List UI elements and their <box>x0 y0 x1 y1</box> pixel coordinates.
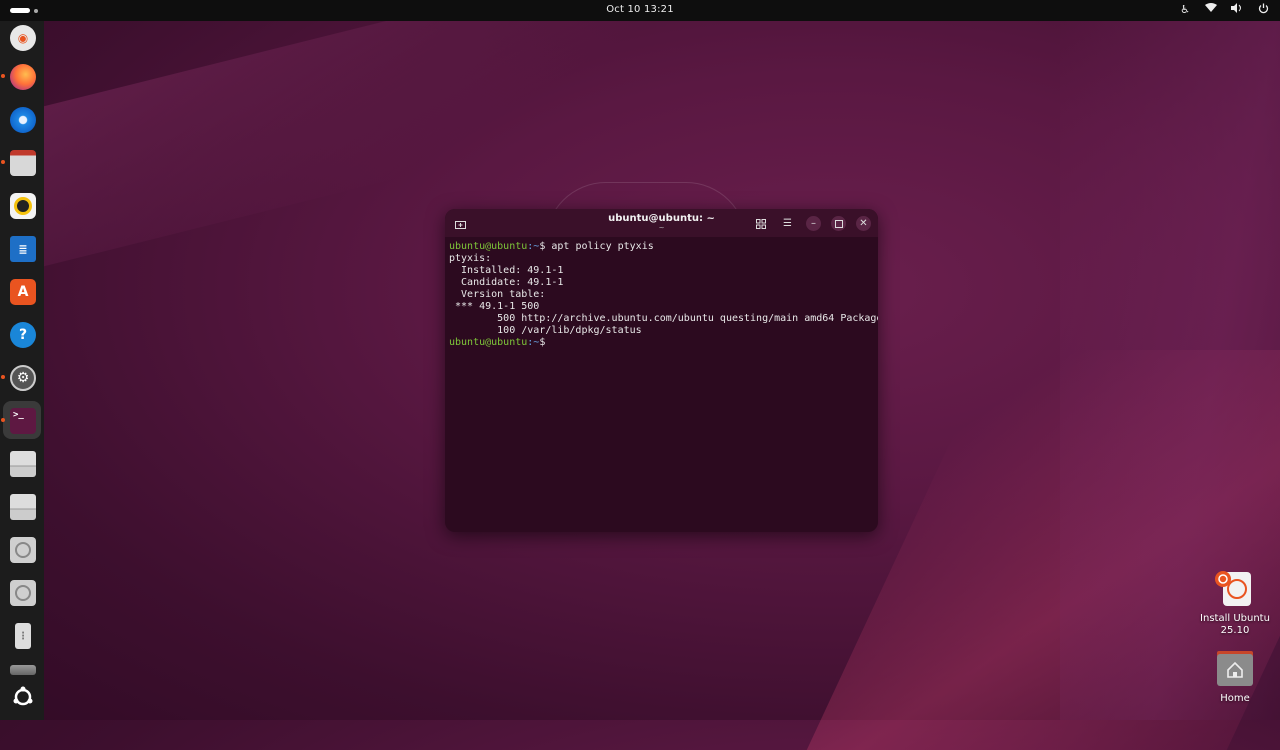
dock-item-usb[interactable]: ⋮ <box>3 616 41 654</box>
command-line: ubuntu@ubuntu:~$ apt policy ptyxis <box>449 241 874 253</box>
optical-drive-icon <box>10 580 36 606</box>
top-bar: Oct 10 13:21 ♿︎ <box>0 0 1280 21</box>
wifi-icon[interactable] <box>1204 3 1218 17</box>
desktop-item-label: Home <box>1220 693 1250 704</box>
usb-drive-icon: ⋮ <box>15 623 31 649</box>
output-line: 500 http://archive.ubuntu.com/ubuntu que… <box>449 313 878 324</box>
app-center-icon: A <box>10 279 36 305</box>
dock-item-drive-1[interactable] <box>3 444 41 482</box>
close-icon[interactable]: ✕ <box>856 216 871 231</box>
help-icon: ? <box>10 322 36 348</box>
output-line: ptyxis: <box>449 253 492 264</box>
output-line: Version table: <box>449 289 546 300</box>
thunderbird-icon <box>10 107 36 133</box>
desktop-item-label: Install Ubuntu 25.10 <box>1200 613 1270 636</box>
dock-item-thunderbird[interactable] <box>3 100 41 138</box>
clock[interactable]: Oct 10 13:21 <box>0 4 1280 15</box>
writer-icon: ≣ <box>10 236 36 262</box>
terminal-header-bar[interactable]: ubuntu@ubuntu: ~ ~ ☰ – ✕ <box>445 209 878 237</box>
files-icon <box>10 150 36 176</box>
drive-icon <box>10 494 36 520</box>
show-apps-icon <box>10 684 36 710</box>
show-apps-button[interactable] <box>3 677 41 715</box>
running-indicator <box>1 160 5 164</box>
minimize-icon[interactable]: – <box>806 216 821 231</box>
terminal-output[interactable]: ubuntu@ubuntu:~$ apt policy ptyxis ptyxis… <box>445 237 878 349</box>
prompt-user: ubuntu@ubuntu <box>449 337 528 348</box>
menu-icon[interactable]: ☰ <box>780 216 795 231</box>
power-icon[interactable] <box>1256 3 1270 17</box>
prompt-line[interactable]: ubuntu@ubuntu:~$ <box>449 337 874 349</box>
home-folder-icon <box>1215 649 1255 689</box>
terminal-icon: >_ <box>10 408 36 434</box>
dock-item-writer[interactable]: ≣ <box>3 229 41 267</box>
system-tray[interactable]: ♿︎ <box>1178 3 1270 17</box>
dock-item-app-center[interactable]: A <box>3 272 41 310</box>
prompt-path: :~ <box>527 337 540 348</box>
dock: ◉ ≣ A ? ⚙ >_ ⋮ <box>0 21 44 720</box>
output-line: Installed: 49.1-1 <box>449 265 564 276</box>
installer-icon: ◉ <box>10 25 36 51</box>
prompt-path: :~ <box>527 241 540 252</box>
rhythmbox-icon <box>10 193 36 219</box>
optical-drive-icon <box>10 537 36 563</box>
running-indicator <box>1 74 5 78</box>
tab-overview-icon[interactable] <box>753 216 768 231</box>
command-text: apt policy ptyxis <box>545 241 654 252</box>
dock-item-help[interactable]: ? <box>3 315 41 353</box>
drive-icon <box>10 665 36 675</box>
installer-icon <box>1215 569 1255 609</box>
dock-item-settings[interactable]: ⚙ <box>1 358 41 396</box>
running-indicator <box>1 418 5 422</box>
output-line: 100 /var/lib/dpkg/status <box>449 325 642 336</box>
dock-item-terminal[interactable]: >_ <box>1 401 41 439</box>
volume-icon[interactable] <box>1230 3 1244 17</box>
dock-item-disc-2[interactable] <box>3 573 41 611</box>
terminal-window[interactable]: ubuntu@ubuntu: ~ ~ ☰ – ✕ ubuntu@ubuntu:~… <box>445 209 878 532</box>
prompt-user: ubuntu@ubuntu <box>449 241 528 252</box>
dock-item-installer[interactable]: ◉ <box>3 18 41 56</box>
dock-item-disc-1[interactable] <box>3 530 41 568</box>
dock-item-drive-2[interactable] <box>3 487 41 525</box>
prompt-symbol: $ <box>539 337 546 348</box>
settings-icon: ⚙ <box>10 365 36 391</box>
accessibility-icon[interactable]: ♿︎ <box>1178 3 1192 17</box>
dock-item-firefox[interactable] <box>1 57 41 95</box>
dock-item-files[interactable] <box>1 143 41 181</box>
maximize-icon[interactable] <box>831 216 846 231</box>
drive-icon <box>10 451 36 477</box>
desktop-item-install-ubuntu[interactable]: Install Ubuntu 25.10 <box>1195 569 1275 637</box>
desktop-item-home[interactable]: Home <box>1195 649 1275 705</box>
output-line: Candidate: 49.1-1 <box>449 277 564 288</box>
output-line: *** 49.1-1 500 <box>449 301 540 312</box>
dock-item-rhythmbox[interactable] <box>3 186 41 224</box>
firefox-icon <box>10 64 36 90</box>
running-indicator <box>1 375 5 379</box>
